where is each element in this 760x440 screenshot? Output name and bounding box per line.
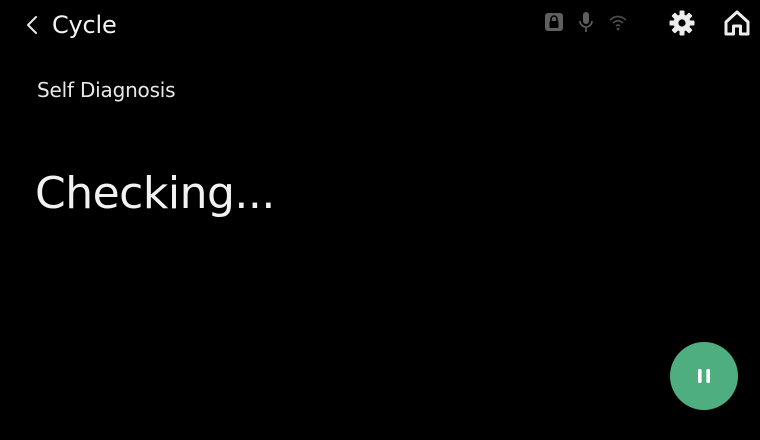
status-icons — [544, 10, 642, 34]
home-button[interactable] — [723, 9, 751, 37]
lock-icon — [545, 13, 563, 31]
wifi-icon — [609, 15, 627, 31]
back-label: Cycle — [52, 11, 117, 39]
top-bar: Cycle — [0, 0, 760, 50]
home-icon — [724, 10, 750, 36]
pause-button[interactable] — [670, 342, 738, 410]
diagnosis-status: Checking... — [35, 168, 275, 219]
pause-icon — [698, 369, 710, 383]
microphone-icon — [579, 12, 593, 32]
settings-button[interactable] — [668, 9, 696, 37]
chevron-left-icon — [27, 16, 37, 34]
gear-icon — [669, 10, 695, 36]
back-button[interactable]: Cycle — [26, 8, 117, 42]
page-subtitle: Self Diagnosis — [37, 78, 176, 102]
